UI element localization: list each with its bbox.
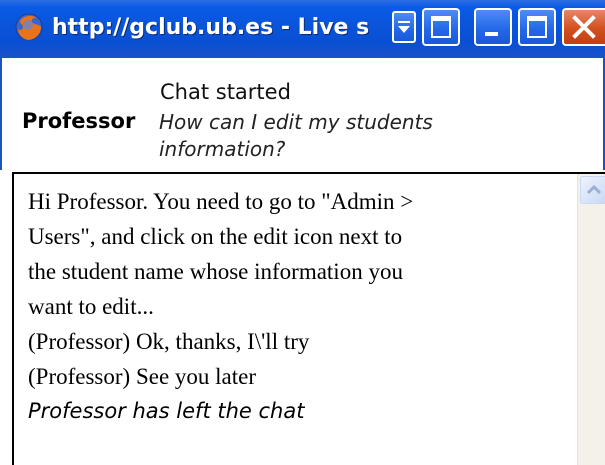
chat-status: Chat started	[160, 80, 291, 104]
menu-dropdown-button[interactable]	[392, 11, 416, 43]
message-line: (Professor) Ok, thanks, I\'ll try	[28, 329, 310, 354]
message-list: Hi Professor. You need to go to "Admin >…	[28, 184, 568, 429]
message-line: want to edit...	[28, 294, 154, 319]
restore-button[interactable]	[422, 8, 460, 46]
initial-question: How can I edit my students information?	[159, 110, 433, 161]
minimize-icon	[485, 32, 498, 36]
message-line: the student name whose information you	[28, 259, 403, 284]
chevron-down-icon	[398, 21, 410, 33]
vertical-scrollbar[interactable]	[577, 174, 605, 465]
system-message: Professor has left the chat	[28, 399, 305, 423]
close-icon	[572, 15, 596, 39]
firefox-globe-icon	[15, 13, 43, 41]
close-button[interactable]	[562, 8, 605, 46]
scroll-up-button[interactable]	[580, 176, 605, 204]
message-line: Hi Professor. You need to go to "Admin >	[28, 189, 414, 214]
chevron-up-icon	[586, 184, 602, 195]
maximize-icon	[527, 16, 547, 38]
maximize-button[interactable]	[518, 8, 556, 46]
window-titlebar[interactable]: http://gclub.ub.es - Live s	[0, 0, 605, 58]
window-title: http://gclub.ub.es - Live s	[52, 15, 370, 40]
sender-name: Professor	[22, 109, 136, 133]
minimize-button[interactable]	[474, 8, 512, 46]
window-icon	[431, 16, 451, 38]
message-line: (Professor) See you later	[28, 364, 257, 389]
message-line: Users", and click on the edit icon next …	[28, 224, 403, 249]
chat-header: Chat started Professor How can I edit my…	[0, 58, 605, 170]
chat-transcript[interactable]: Hi Professor. You need to go to "Admin >…	[12, 172, 605, 465]
